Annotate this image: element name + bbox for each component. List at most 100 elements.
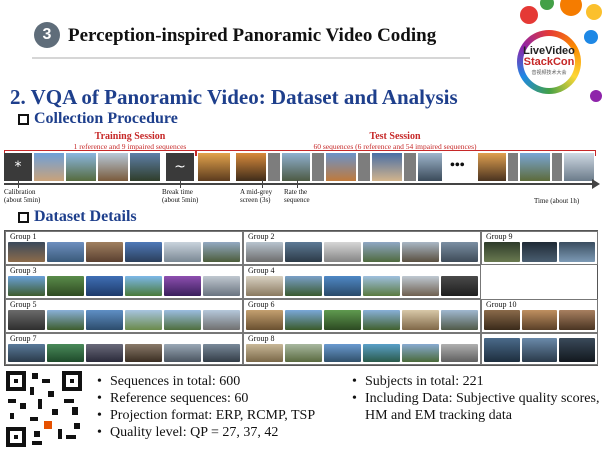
panorama-thumb (559, 338, 596, 362)
panorama-thumb (559, 310, 596, 330)
panorama-thumb (363, 310, 400, 330)
break-note: Break time (about 5min) (162, 188, 198, 204)
dataset-details-heading: Dataset Details (18, 208, 137, 226)
panorama-thumb (203, 310, 240, 330)
calibration-note: Calibration (about 5min) (4, 188, 40, 204)
qr-code (4, 369, 84, 449)
group-label: Group 8 (246, 334, 277, 343)
collection-procedure-heading: Collection Procedure (18, 110, 178, 128)
panorama-thumb (559, 242, 596, 262)
decor-blob-yellow (586, 4, 602, 20)
test-session-label: Test Session (369, 131, 421, 142)
panorama-thumb (484, 338, 520, 362)
livevideostackcon-logo: LiveVideo StackCon 音视频技术大会 (513, 28, 593, 98)
group-10-extra (481, 333, 598, 365)
panorama-thumb (203, 242, 240, 262)
panorama-thumb (441, 242, 478, 262)
group-6: Group 6 (243, 299, 481, 333)
list-item: Subjects in total: 221 (352, 373, 602, 390)
timeline-tick (297, 180, 298, 188)
list-item: Sequences in total: 600 (97, 373, 345, 390)
qr-module (66, 435, 76, 439)
panorama-thumb (164, 242, 201, 262)
group-thumbs (484, 338, 596, 362)
dataset-stats-list: Sequences in total: 600 Reference sequen… (97, 373, 345, 441)
training-thumb (66, 153, 96, 181)
panorama-thumb (521, 310, 558, 330)
group-thumbs (246, 344, 478, 362)
timeline-axis (4, 183, 596, 185)
panorama-thumb (86, 310, 123, 330)
training-thumb (34, 153, 64, 181)
calibration-note-line2: (about 5min) (4, 196, 41, 204)
slide-header-title: Perception-inspired Panoramic Video Codi… (68, 25, 437, 46)
section-number-badge: 3 (34, 22, 60, 48)
timeline-tick (262, 180, 263, 188)
break-note-line1: Break time (162, 188, 193, 196)
collection-procedure-label: Collection Procedure (34, 110, 178, 127)
panorama-thumb (86, 344, 123, 362)
test-thumb (564, 153, 594, 181)
group-label: Group 10 (484, 300, 519, 309)
dataset-groups-grid: Group 1 Group 2 Group 9 Group 3 Group 4 … (4, 230, 598, 366)
group-1: Group 1 (5, 231, 243, 265)
panorama-thumb (363, 344, 400, 362)
panorama-thumb (285, 344, 322, 362)
group-9: Group 9 (481, 231, 598, 265)
panorama-thumb (203, 276, 240, 296)
qr-module (52, 409, 58, 415)
test-thumb (282, 153, 310, 181)
grey-screen-frame (268, 153, 280, 181)
dataset-details-label: Dataset Details (34, 208, 137, 225)
group-10: Group 10 (481, 299, 598, 333)
group-label: Group 2 (246, 232, 277, 241)
panorama-thumb (285, 310, 322, 330)
qr-module (32, 441, 42, 445)
panorama-thumb (441, 344, 478, 362)
group-3: Group 3 (5, 265, 243, 299)
grey-screen-frame (404, 153, 416, 181)
qr-finder (6, 427, 26, 447)
panorama-thumb (402, 344, 439, 362)
group-label: Group 5 (8, 300, 39, 309)
panorama-thumb (521, 242, 558, 262)
test-thumb (236, 153, 266, 181)
panorama-thumb (86, 276, 123, 296)
subject-stats-list: Subjects in total: 221 Including Data: S… (352, 373, 602, 424)
panorama-thumb (324, 276, 361, 296)
group-5: Group 5 (5, 299, 243, 333)
group-label: Group 6 (246, 300, 277, 309)
panorama-thumb (125, 276, 162, 296)
panorama-thumb (402, 242, 439, 262)
rate-note: Rate the sequence (284, 188, 310, 204)
panorama-thumb (324, 310, 361, 330)
panorama-thumb (164, 276, 201, 296)
panorama-thumb (86, 242, 123, 262)
panorama-thumb (484, 242, 520, 262)
group-label: Group 9 (484, 232, 515, 241)
training-thumb (98, 153, 128, 181)
calibration-frame: * (4, 153, 32, 181)
panorama-thumb (246, 344, 283, 362)
grey-screen-note-line2: screen (3s) (240, 196, 271, 204)
panorama-thumb (125, 344, 162, 362)
qr-module (58, 429, 62, 439)
group-thumbs (484, 242, 596, 262)
qr-module (38, 399, 42, 409)
rate-note-line1: Rate the (284, 188, 308, 196)
group-label: Group 7 (8, 334, 39, 343)
panorama-thumb (285, 276, 322, 296)
test-thumb (418, 153, 442, 181)
slide-title: 2. VQA of Panoramic Video: Dataset and A… (10, 85, 458, 109)
training-session-label: Training Session (94, 131, 166, 142)
qr-module (72, 407, 78, 415)
test-thumb (326, 153, 356, 181)
qr-module (74, 423, 80, 429)
list-item: Projection format: ERP, RCMP, TSP (97, 407, 345, 424)
panorama-thumb (402, 310, 439, 330)
panorama-thumb (484, 310, 520, 330)
qr-module (30, 387, 34, 395)
group-thumbs (246, 310, 478, 330)
qr-finder (6, 371, 26, 391)
group-label: Group 1 (8, 232, 39, 241)
